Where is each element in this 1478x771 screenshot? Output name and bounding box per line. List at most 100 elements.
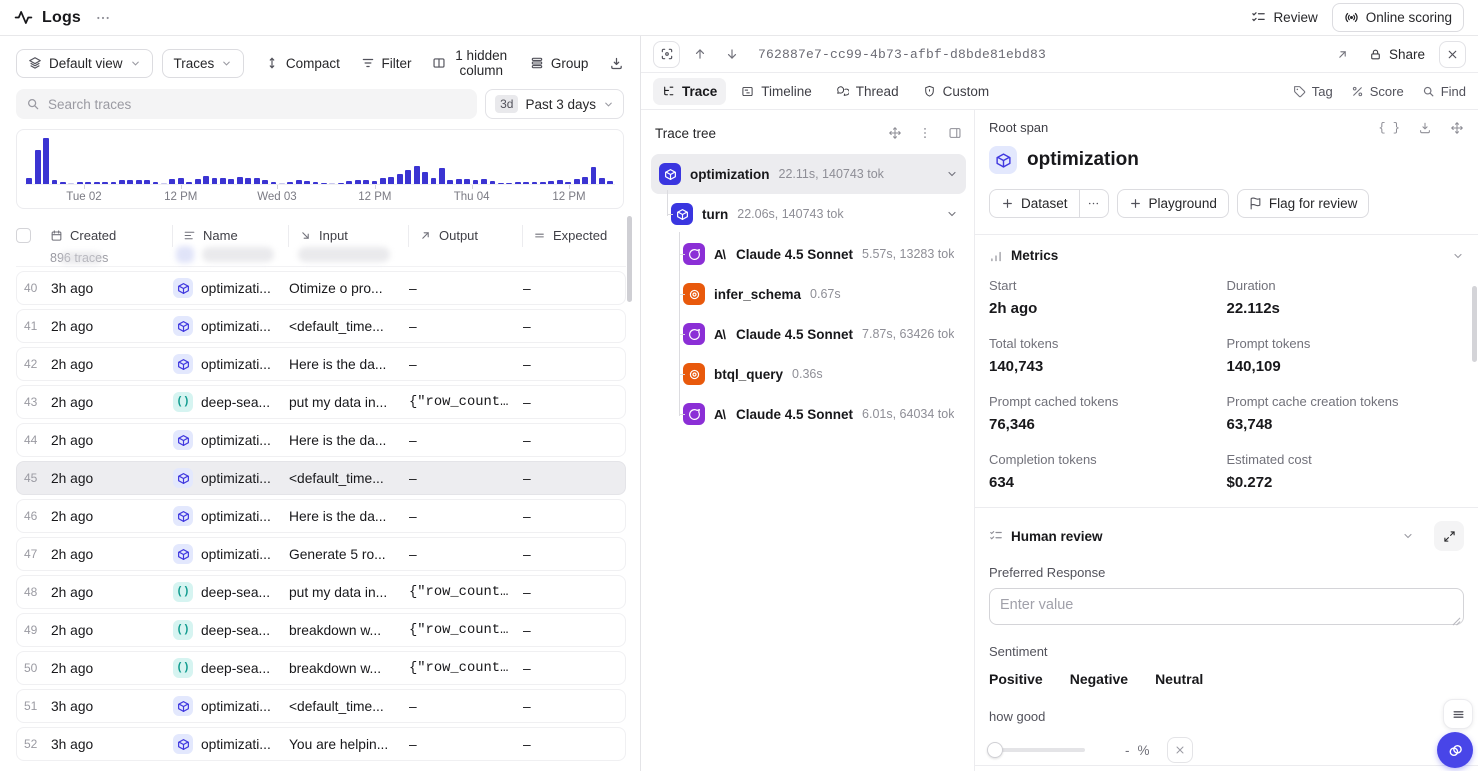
flag-for-review-button[interactable]: Flag for review — [1237, 189, 1370, 218]
histogram-bar[interactable] — [43, 138, 49, 184]
tab-custom[interactable]: Custom — [914, 78, 999, 105]
left-panel-scrollbar[interactable] — [627, 216, 632, 302]
table-row[interactable]: 422h agooptimizati...Here is the da...–– — [16, 347, 626, 381]
dataset-more-button[interactable] — [1079, 189, 1109, 218]
col-expected[interactable]: Expected — [522, 225, 626, 247]
group-button[interactable]: Group — [530, 56, 589, 71]
compact-toggle[interactable]: Compact — [265, 56, 340, 71]
tree-node-btql-query[interactable]: btql_query0.36s — [651, 354, 966, 394]
score-button[interactable]: Score — [1351, 84, 1404, 99]
tree-node-optimization[interactable]: optimization22.11s, 140743 tok — [651, 154, 966, 194]
table-row[interactable]: 492h ago()deep-sea...breakdown w...{"row… — [16, 613, 626, 647]
histogram-bar[interactable] — [388, 177, 394, 184]
kebab-menu-icon[interactable] — [918, 126, 932, 140]
tab-thread[interactable]: Thread — [827, 78, 908, 105]
online-scoring-button[interactable]: Online scoring — [1332, 3, 1464, 32]
table-row[interactable]: 462h agooptimizati...Here is the da...–– — [16, 499, 626, 533]
axis-tick — [277, 185, 278, 189]
preferred-response-input[interactable] — [989, 588, 1464, 625]
table-row[interactable]: 482h ago()deep-sea...put my data in...{"… — [16, 575, 626, 609]
table-row[interactable]: 513h agooptimizati...<default_time...–– — [16, 689, 626, 723]
histogram-bar[interactable] — [397, 174, 403, 184]
col-output[interactable]: Output — [408, 225, 522, 247]
chevron-down-icon[interactable] — [946, 168, 958, 180]
histogram-bar[interactable] — [439, 168, 445, 184]
cell-input: put my data in... — [289, 395, 409, 410]
focus-trace-button[interactable] — [653, 41, 680, 68]
tab-trace[interactable]: Trace — [653, 78, 726, 105]
sentiment-neutral-button[interactable]: Neutral — [1155, 671, 1203, 687]
table-row[interactable]: 452h agooptimizati...<default_time...–– — [16, 461, 626, 495]
floating-menu-button[interactable] — [1443, 699, 1473, 729]
assistant-fab[interactable] — [1437, 732, 1473, 768]
table-row[interactable]: 523h agooptimizati...You are helpin...–– — [16, 727, 626, 761]
next-trace-button[interactable] — [720, 42, 744, 66]
histogram-bar[interactable] — [582, 177, 588, 184]
table-row[interactable]: 403h agooptimizati...Otimize o pro...–– — [16, 271, 626, 305]
tree-node-turn[interactable]: turn22.06s, 140743 tok — [651, 194, 966, 234]
histogram-bar[interactable] — [35, 150, 41, 184]
tag-button[interactable]: Tag — [1293, 84, 1333, 99]
slider-knob[interactable] — [987, 742, 1003, 758]
more-menu-icon[interactable] — [95, 10, 111, 26]
expand-review-button[interactable] — [1434, 521, 1464, 551]
axis-label: 12 PM — [552, 191, 585, 203]
traces-selector[interactable]: Traces — [162, 49, 245, 78]
tree-node-claude-4-5-sonnet[interactable]: A\Claude 4.5 Sonnet7.87s, 63426 tok — [651, 314, 966, 354]
add-to-dataset-button[interactable]: Dataset — [989, 189, 1079, 218]
search-traces-input[interactable] — [48, 97, 467, 112]
col-created[interactable]: Created — [50, 225, 172, 245]
histogram-bar[interactable] — [591, 167, 597, 184]
move-icon[interactable] — [1450, 121, 1464, 135]
histogram-bars[interactable] — [25, 138, 615, 184]
download-icon[interactable] — [1418, 121, 1432, 135]
review-button[interactable]: Review — [1251, 10, 1317, 25]
filter-button[interactable]: Filter — [361, 56, 412, 71]
resize-handle-icon[interactable] — [1452, 617, 1461, 626]
add-to-playground-button[interactable]: Playground — [1117, 189, 1229, 218]
histogram-bar[interactable] — [405, 170, 411, 184]
metric-item: Estimated cost$0.272 — [1227, 452, 1465, 491]
chevron-down-icon[interactable] — [1402, 530, 1414, 542]
tab-timeline[interactable]: Timeline — [732, 78, 821, 105]
histogram-bar[interactable] — [237, 177, 243, 184]
metrics-section-header[interactable]: Metrics — [989, 248, 1464, 263]
find-button[interactable]: Find — [1422, 84, 1466, 99]
sidebar-toggle-icon[interactable] — [948, 126, 962, 140]
sentiment-negative-button[interactable]: Negative — [1070, 671, 1128, 687]
share-button[interactable]: Share — [1369, 47, 1425, 62]
select-all-cell[interactable] — [16, 225, 50, 245]
previous-trace-button[interactable] — [688, 42, 712, 66]
move-icon[interactable] — [888, 126, 902, 140]
table-row[interactable]: 442h agooptimizati...Here is the da...–– — [16, 423, 626, 457]
human-review-header[interactable]: Human review — [989, 521, 1464, 551]
view-selector[interactable]: Default view — [16, 49, 153, 78]
histogram-bar[interactable] — [414, 166, 420, 184]
histogram-bar[interactable] — [422, 172, 428, 184]
table-row[interactable]: 432h ago()deep-sea...put my data in...{"… — [16, 385, 626, 419]
tree-node-claude-4-5-sonnet[interactable]: A\Claude 4.5 Sonnet6.01s, 64034 tok — [651, 394, 966, 434]
time-range-selector[interactable]: 3d Past 3 days — [485, 89, 624, 119]
code-braces-icon[interactable]: { } — [1378, 121, 1400, 135]
export-button[interactable] — [609, 56, 624, 71]
right-panel-scrollbar[interactable] — [1472, 286, 1477, 362]
histogram-bar[interactable] — [203, 176, 209, 184]
hidden-columns-button[interactable]: 1 hidden column — [432, 48, 509, 78]
tree-node-infer-schema[interactable]: infer_schema0.67s — [651, 274, 966, 314]
open-external-icon[interactable] — [1331, 42, 1355, 66]
custom-icon — [923, 85, 936, 98]
tree-node-claude-4-5-sonnet[interactable]: A\Claude 4.5 Sonnet5.57s, 13283 tok — [651, 234, 966, 274]
chevron-down-icon[interactable] — [1452, 250, 1464, 262]
col-name[interactable]: Name — [172, 225, 288, 247]
table-row[interactable]: 412h agooptimizati...<default_time...–– — [16, 309, 626, 343]
table-row[interactable]: 472h agooptimizati...Generate 5 ro...–– — [16, 537, 626, 571]
sentiment-positive-button[interactable]: Positive — [989, 671, 1043, 687]
select-all-checkbox[interactable] — [16, 228, 31, 243]
col-input[interactable]: Input — [288, 225, 408, 247]
close-panel-button[interactable] — [1439, 41, 1466, 68]
table-row[interactable]: 502h ago()deep-sea...breakdown w...{"row… — [16, 651, 626, 685]
clear-score-button[interactable] — [1167, 737, 1193, 763]
search-traces-box[interactable] — [16, 89, 477, 119]
chevron-down-icon[interactable] — [946, 208, 958, 220]
score-slider[interactable] — [989, 748, 1085, 752]
